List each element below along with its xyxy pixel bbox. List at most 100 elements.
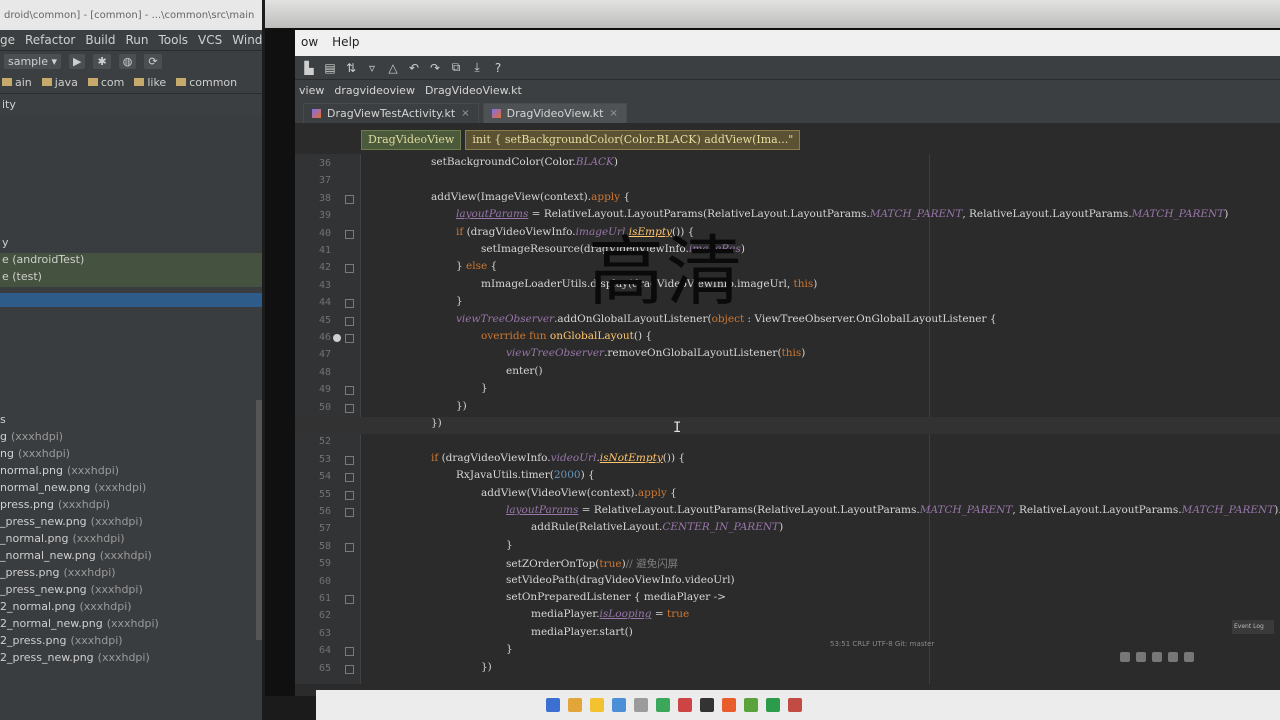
fold-marker-icon[interactable] <box>345 490 354 500</box>
download-icon[interactable]: ⤓ <box>471 60 483 75</box>
sdk-icon[interactable]: △ <box>387 61 399 75</box>
left-menu-item[interactable]: ge <box>0 33 15 50</box>
tray-icon[interactable] <box>1168 652 1178 662</box>
left-scrollbar[interactable] <box>256 400 262 640</box>
resource-file-item[interactable]: press.png (xxxhdpi) <box>0 498 262 515</box>
project-structure-icon[interactable]: ▙ <box>303 61 315 75</box>
editor-tab[interactable]: DragVideoView.kt × <box>482 103 627 123</box>
left-toolbar-item[interactable]: ✱ <box>93 54 111 69</box>
fold-marker-icon[interactable] <box>345 194 354 204</box>
left-toolbar-item[interactable]: ◍ <box>118 54 137 69</box>
resource-file-item[interactable]: _normal_new.png (xxxhdpi) <box>0 549 262 566</box>
override-marker-icon[interactable] <box>333 334 341 342</box>
taskbar-app-icon[interactable] <box>568 698 582 712</box>
undo-icon[interactable]: ↶ <box>408 61 420 75</box>
resource-file-item[interactable]: ng (xxxhdpi) <box>0 447 262 464</box>
project-tree-item[interactable]: y <box>0 236 262 253</box>
left-breadcrumb-item[interactable]: java <box>41 76 78 89</box>
main-menu-item[interactable]: ow <box>301 35 318 51</box>
left-menu-item[interactable]: Windo <box>232 33 262 50</box>
code-area[interactable]: setBackgroundColor(Color.BLACK) addView(I… <box>361 154 1280 684</box>
event-log-panel[interactable]: Event Log <box>1232 620 1274 634</box>
resource-file-item[interactable]: s <box>0 413 262 430</box>
resource-file-item[interactable]: _press_new.png (xxxhdpi) <box>0 583 262 600</box>
fold-marker-icon[interactable] <box>345 386 354 396</box>
scope-class[interactable]: DragVideoView <box>361 130 462 150</box>
left-menu-item[interactable]: VCS <box>198 33 222 50</box>
main-breadcrumb-item[interactable]: view <box>299 84 324 97</box>
taskbar-app-icon[interactable] <box>788 698 802 712</box>
fold-marker-icon[interactable] <box>345 455 354 465</box>
main-breadcrumb-item[interactable]: DragVideoView.kt <box>425 84 522 97</box>
fold-marker-icon[interactable] <box>345 473 354 483</box>
editor-tab[interactable]: DragViewTestActivity.kt × <box>303 103 479 123</box>
taskbar-app-icon[interactable] <box>700 698 714 712</box>
resource-file-item[interactable]: 2_normal_new.png (xxxhdpi) <box>0 617 262 634</box>
resource-file-item[interactable]: g (xxxhdpi) <box>0 430 262 447</box>
close-icon[interactable]: × <box>609 108 617 119</box>
taskbar-app-icon[interactable] <box>678 698 692 712</box>
left-toolbar-item[interactable]: ▶ <box>69 54 86 69</box>
tray-icon[interactable] <box>1120 652 1130 662</box>
close-icon[interactable]: × <box>461 108 469 119</box>
taskbar-app-icon[interactable] <box>612 698 626 712</box>
redo-icon[interactable]: ↷ <box>429 61 441 75</box>
fold-marker-icon[interactable] <box>345 229 354 239</box>
taskbar-app-icon[interactable] <box>590 698 604 712</box>
project-tree-item[interactable]: e (test) <box>0 270 262 287</box>
scope-init-block[interactable]: init { setBackgroundColor(Color.BLACK) a… <box>465 130 801 150</box>
resource-file-item[interactable]: _normal.png (xxxhdpi) <box>0 532 262 549</box>
left-toolbar-item[interactable]: sample ▾ <box>4 54 62 69</box>
left-menu-item[interactable]: Run <box>125 33 148 50</box>
main-breadcrumb-item[interactable]: dragvideoview <box>334 84 415 97</box>
left-breadcrumb-item[interactable]: ain <box>2 76 32 89</box>
left-toolbar-item[interactable]: ⟳ <box>144 54 162 69</box>
left-menu-item[interactable]: Tools <box>158 33 188 50</box>
code-token: ). <box>1274 504 1280 516</box>
resource-file-item[interactable]: _press.png (xxxhdpi) <box>0 566 262 583</box>
code-token: } <box>506 538 513 551</box>
file-density: (xxxhdpi) <box>94 481 147 494</box>
sync-icon[interactable]: ⇅ <box>345 61 357 75</box>
fold-marker-icon[interactable] <box>345 299 354 309</box>
layout-inspector-icon[interactable]: ⧉ <box>450 60 462 75</box>
left-breadcrumb-item[interactable]: com <box>87 76 124 89</box>
fold-marker-icon[interactable] <box>345 264 354 274</box>
main-menu-item[interactable]: Help <box>332 35 359 51</box>
resource-file-item[interactable]: normal_new.png (xxxhdpi) <box>0 481 262 498</box>
resource-file-item[interactable]: 2_press_new.png (xxxhdpi) <box>0 651 262 668</box>
taskbar-app-icon[interactable] <box>722 698 736 712</box>
taskbar-app-icon[interactable] <box>546 698 560 712</box>
taskbar-app-icon[interactable] <box>766 698 780 712</box>
code-editor[interactable]: DragVideoView init { setBackgroundColor(… <box>295 124 1280 684</box>
monitor-bezel-top <box>265 0 1280 28</box>
taskbar-app-icon[interactable] <box>634 698 648 712</box>
help-icon[interactable]: ? <box>492 61 504 75</box>
fold-marker-icon[interactable] <box>345 508 354 517</box>
fold-marker-icon[interactable] <box>345 542 354 552</box>
avd-icon[interactable]: ▿ <box>366 61 378 75</box>
resource-file-item[interactable]: 2_press.png (xxxhdpi) <box>0 634 262 651</box>
resource-file-item[interactable]: _press_new.png (xxxhdpi) <box>0 515 262 532</box>
layout-icon[interactable]: ▤ <box>324 61 336 75</box>
resource-file-item[interactable]: normal.png (xxxhdpi) <box>0 464 262 481</box>
left-breadcrumb-item[interactable]: common <box>176 76 237 89</box>
fold-marker-icon[interactable] <box>345 595 354 604</box>
taskbar-app-icon[interactable] <box>744 698 758 712</box>
code-line: }) <box>431 417 442 434</box>
fold-marker-icon[interactable] <box>345 334 354 343</box>
tray-icon[interactable] <box>1136 652 1146 662</box>
taskbar-app-icon[interactable] <box>656 698 670 712</box>
tray-icon[interactable] <box>1184 652 1194 662</box>
resource-file-item[interactable]: 2_normal.png (xxxhdpi) <box>0 600 262 617</box>
fold-marker-icon[interactable] <box>345 316 354 326</box>
left-menu-item[interactable]: Refactor <box>25 33 75 50</box>
tray-icon[interactable] <box>1152 652 1162 662</box>
fold-marker-icon[interactable] <box>345 647 354 657</box>
left-menu-item[interactable]: Build <box>85 33 115 50</box>
project-tree-selection[interactable] <box>0 293 262 307</box>
fold-marker-icon[interactable] <box>345 664 354 674</box>
left-breadcrumb-item[interactable]: like <box>134 76 166 89</box>
fold-marker-icon[interactable] <box>345 403 354 413</box>
project-tree-item[interactable]: e (androidTest) <box>0 253 262 270</box>
